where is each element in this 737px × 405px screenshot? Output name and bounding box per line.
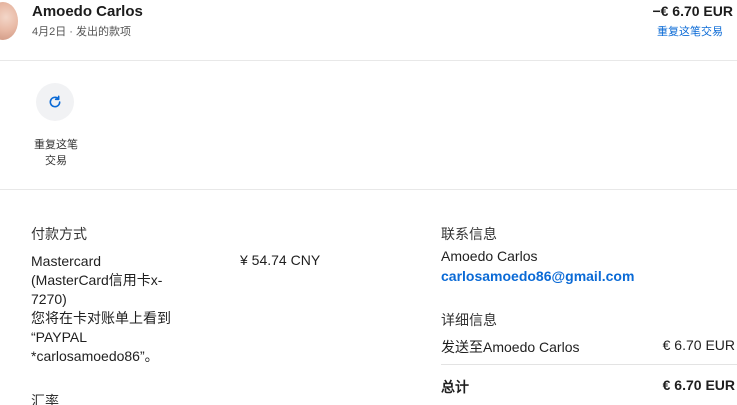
payment-line: 您将在卡对账单上看到 <box>31 310 171 326</box>
divider <box>441 364 737 365</box>
payment-line: 7270) <box>31 291 67 307</box>
payment-method-title: 付款方式 <box>31 226 87 242</box>
payment-method-description: Mastercard (MasterCard信用卡x- 7270) 您将在卡对账… <box>31 252 201 366</box>
payment-line: Mastercard <box>31 253 102 269</box>
total-amount: € 6.70 EUR <box>662 377 735 393</box>
contact-name: Amoedo Carlos <box>441 248 538 264</box>
contact-email-link[interactable]: carlosamoedo86@gmail.com <box>441 268 634 284</box>
merchant-name: Amoedo Carlos <box>32 3 143 20</box>
payment-line: (MasterCard信用卡x- <box>31 272 163 288</box>
avatar <box>0 2 18 40</box>
repeat-transaction-link[interactable]: 重复这笔交易 <box>657 23 723 39</box>
repeat-label-line2: 交易 <box>45 155 67 167</box>
transaction-date-type: 4月2日 · 发出的款项 <box>32 26 132 38</box>
contact-info-title: 联系信息 <box>441 226 497 242</box>
repeat-label-line1: 重复这笔 <box>34 139 78 151</box>
payment-line: *carlosamoedo86”。 <box>31 348 159 364</box>
details-title: 详细信息 <box>441 312 497 328</box>
sent-to-amount: € 6.70 EUR <box>662 337 735 353</box>
total-label: 总计 <box>441 379 469 395</box>
repeat-transaction-label: 重复这笔 交易 <box>26 137 86 169</box>
exchange-rate-title: 汇率 <box>31 393 59 405</box>
transaction-detail-page: Amoedo Carlos 4月2日 · 发出的款项 −€ 6.70 EUR 重… <box>0 0 737 405</box>
transaction-amount: −€ 6.70 EUR <box>652 3 733 19</box>
divider <box>0 189 737 190</box>
refresh-icon <box>49 95 61 108</box>
sent-to-label: 发送至Amoedo Carlos <box>441 339 580 355</box>
divider <box>0 60 737 61</box>
payment-amount: ¥ 54.74 CNY <box>240 252 321 268</box>
payment-line: “PAYPAL <box>31 329 88 345</box>
repeat-transaction-button[interactable] <box>36 83 74 121</box>
transaction-header: Amoedo Carlos 4月2日 · 发出的款项 −€ 6.70 EUR 重… <box>0 0 737 60</box>
